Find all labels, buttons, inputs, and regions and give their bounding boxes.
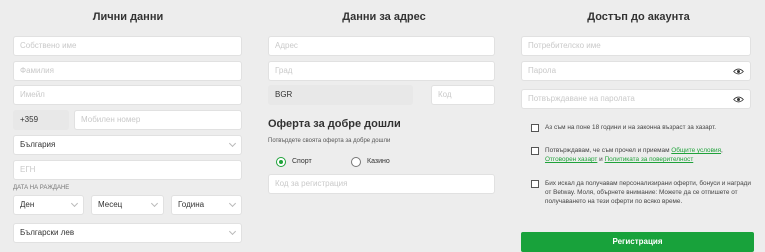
casino-label: Казино — [367, 158, 390, 165]
currency-value: Български лев — [20, 228, 75, 237]
month-select[interactable]: Месец — [91, 195, 164, 215]
chevron-down-icon — [228, 139, 237, 148]
password-input[interactable]: Парола — [521, 61, 751, 81]
country-code-field: BGR — [268, 85, 413, 105]
offers-checkbox[interactable] — [531, 180, 539, 188]
phone-input[interactable]: Мобилен номер — [74, 110, 242, 130]
day-value: Ден — [20, 200, 35, 209]
address-placeholder: Адрес — [275, 41, 298, 50]
phone-placeholder: Мобилен номер — [81, 115, 141, 124]
city-input[interactable]: Град — [268, 61, 495, 81]
terms-comma: , — [721, 147, 723, 154]
terms-link[interactable]: Общите условия — [671, 147, 721, 154]
account-column: Достъп до акаунта Потребителско име Паро… — [512, 0, 765, 252]
first-name-input[interactable]: Собствено име — [13, 36, 242, 56]
chevron-down-icon — [228, 227, 237, 236]
username-input[interactable]: Потребителско име — [521, 36, 751, 56]
offers-text: Бих искал да получавам персонализирани о… — [545, 180, 751, 205]
first-name-placeholder: Собствено име — [20, 41, 77, 50]
year-select[interactable]: Година — [171, 195, 242, 215]
dob-label: ДАТА НА РАЖДАНЕ — [13, 185, 70, 191]
email-input[interactable]: Имейл — [13, 85, 242, 105]
sport-radio[interactable] — [276, 157, 286, 167]
username-placeholder: Потребителско име — [528, 41, 601, 50]
chevron-down-icon — [70, 199, 79, 208]
password-confirm-placeholder: Потвърждаване на паролата — [528, 94, 635, 103]
address-input[interactable]: Адрес — [268, 36, 495, 56]
country-value: България — [20, 140, 56, 149]
terms-checkbox[interactable] — [531, 147, 539, 155]
personal-title: Лични данни — [92, 11, 164, 23]
eye-icon[interactable] — [733, 68, 744, 75]
month-value: Месец — [98, 200, 123, 209]
terms-prefix: Потвърждавам, че съм прочел и приемам — [545, 147, 672, 154]
register-button[interactable]: Регистрация — [521, 232, 754, 252]
currency-select[interactable]: Български лев — [13, 223, 242, 243]
address-title: Данни за адрес — [342, 11, 426, 23]
privacy-policy-link[interactable]: Политиката за поверителност — [605, 156, 694, 163]
address-column: Данни за адрес Адрес Град BGR Код Оферта… — [256, 0, 512, 252]
eye-icon[interactable] — [733, 96, 744, 103]
age-text: Аз съм на поне 18 години и на законна въ… — [545, 124, 717, 131]
chevron-down-icon — [150, 199, 159, 208]
zip-input[interactable]: Код — [431, 85, 495, 105]
egn-placeholder: ЕГН — [20, 165, 36, 174]
age-checkbox[interactable] — [531, 124, 539, 132]
zip-placeholder: Код — [438, 90, 452, 99]
offer-hint: Потвърдете своята оферта за добре дошли — [268, 138, 391, 144]
personal-column: Лични данни Собствено име Фамилия Имейл … — [0, 0, 256, 252]
day-select[interactable]: Ден — [13, 195, 84, 215]
last-name-input[interactable]: Фамилия — [13, 61, 242, 81]
phone-code-field: +359 — [13, 110, 69, 130]
offer-title: Оферта за добре дошли — [268, 118, 401, 130]
chevron-down-icon — [228, 199, 237, 208]
city-placeholder: Град — [275, 66, 293, 75]
account-title: Достъп до акаунта — [587, 11, 690, 23]
sport-label: Спорт — [292, 158, 312, 165]
country-select[interactable]: България — [13, 135, 242, 155]
password-placeholder: Парола — [528, 66, 557, 75]
phone-code-value: +359 — [20, 115, 39, 124]
terms-text: Потвърждавам, че съм прочел и приемам Об… — [545, 146, 757, 164]
responsible-gambling-link[interactable]: Отговорен хазарт — [545, 156, 597, 163]
last-name-placeholder: Фамилия — [20, 66, 54, 75]
casino-radio[interactable] — [351, 157, 361, 167]
terms-and: и — [597, 156, 605, 163]
promo-code-placeholder: Код за регистрация — [275, 179, 348, 188]
country-code-value: BGR — [275, 90, 293, 99]
email-placeholder: Имейл — [20, 90, 45, 99]
year-value: Година — [178, 200, 205, 209]
egn-input[interactable]: ЕГН — [13, 160, 242, 180]
password-confirm-input[interactable]: Потвърждаване на паролата — [521, 89, 751, 109]
promo-code-input[interactable]: Код за регистрация — [268, 174, 495, 194]
